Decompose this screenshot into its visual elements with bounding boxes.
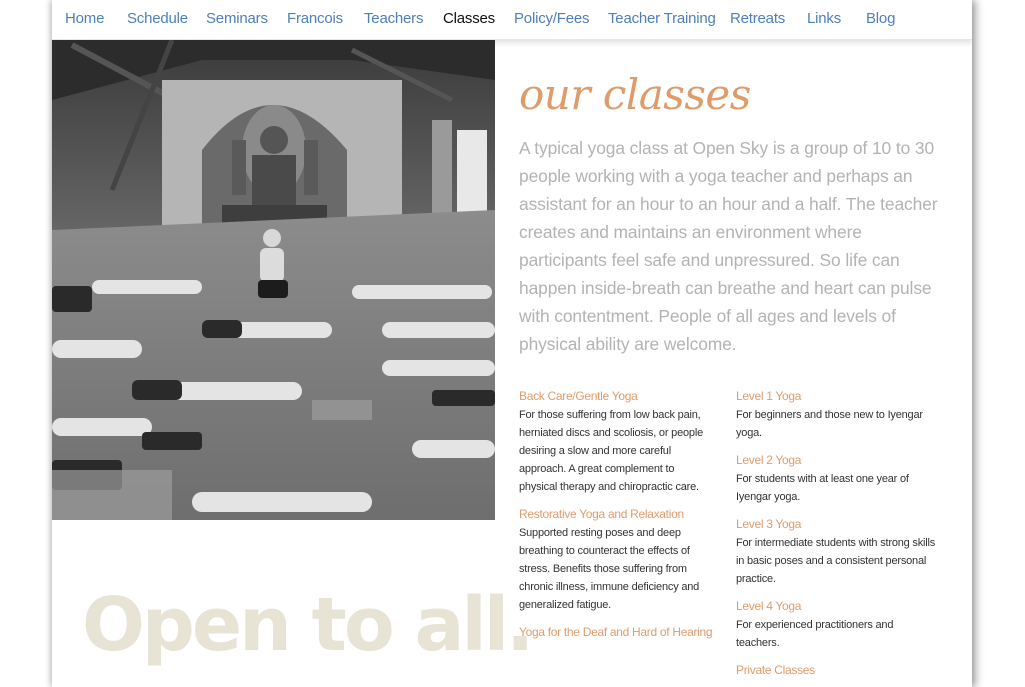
class-restorative: Restorative Yoga and Relaxation Supporte… bbox=[519, 504, 714, 614]
class-title[interactable]: Private Classes bbox=[736, 660, 936, 680]
class-description: For beginners and those new to Iyengar y… bbox=[736, 409, 923, 439]
class-title[interactable]: Level 2 Yoga bbox=[736, 450, 936, 470]
class-title[interactable]: Level 1 Yoga bbox=[736, 386, 936, 406]
nav-blog[interactable]: Blog bbox=[866, 10, 895, 27]
class-description: For experienced practitioners and teache… bbox=[736, 619, 894, 649]
class-title[interactable]: Yoga for the Deaf and Hard of Hearing bbox=[519, 622, 714, 642]
nav-policy-fees[interactable]: Policy/Fees bbox=[514, 10, 590, 27]
yoga-class-photo bbox=[52, 40, 495, 520]
nav-seminars[interactable]: Seminars bbox=[206, 10, 268, 27]
page-title: our classes bbox=[519, 70, 751, 119]
classes-column-left: Back Care/Gentle Yoga For those sufferin… bbox=[519, 386, 714, 650]
class-level-3: Level 3 Yoga For intermediate students w… bbox=[736, 514, 936, 588]
class-back-care: Back Care/Gentle Yoga For those sufferin… bbox=[519, 386, 714, 496]
class-deaf-hard-of-hearing: Yoga for the Deaf and Hard of Hearing bbox=[519, 622, 714, 642]
class-level-1: Level 1 Yoga For beginners and those new… bbox=[736, 386, 936, 442]
class-description: For those suffering from low back pain, … bbox=[519, 409, 704, 493]
nav-teacher-training[interactable]: Teacher Training bbox=[608, 10, 716, 27]
class-private: Private Classes bbox=[736, 660, 936, 680]
class-title[interactable]: Back Care/Gentle Yoga bbox=[519, 386, 714, 406]
nav-teachers[interactable]: Teachers bbox=[364, 10, 423, 27]
main-nav: Home Schedule Seminars Francois Teachers… bbox=[52, 0, 972, 40]
class-level-2: Level 2 Yoga For students with at least … bbox=[736, 450, 936, 506]
class-description: For students with at least one year of I… bbox=[736, 473, 909, 503]
nav-classes[interactable]: Classes bbox=[443, 10, 495, 27]
classes-column-right: Level 1 Yoga For beginners and those new… bbox=[736, 386, 936, 687]
nav-home[interactable]: Home bbox=[65, 10, 104, 27]
class-level-4: Level 4 Yoga For experienced practitione… bbox=[736, 596, 936, 652]
nav-links[interactable]: Links bbox=[807, 10, 841, 27]
class-description: Supported resting poses and deep breathi… bbox=[519, 527, 700, 611]
class-description: For intermediate students with strong sk… bbox=[736, 537, 936, 585]
nav-schedule[interactable]: Schedule bbox=[127, 10, 188, 27]
nav-retreats[interactable]: Retreats bbox=[730, 10, 785, 27]
tagline-open-to-all: Open to all. bbox=[82, 582, 534, 668]
class-title[interactable]: Restorative Yoga and Relaxation bbox=[519, 504, 714, 524]
nav-francois[interactable]: Francois bbox=[287, 10, 343, 27]
class-title[interactable]: Level 4 Yoga bbox=[736, 596, 936, 616]
class-title[interactable]: Level 3 Yoga bbox=[736, 514, 936, 534]
page-container: Home Schedule Seminars Francois Teachers… bbox=[52, 0, 972, 687]
intro-paragraph: A typical yoga class at Open Sky is a gr… bbox=[519, 138, 938, 354]
